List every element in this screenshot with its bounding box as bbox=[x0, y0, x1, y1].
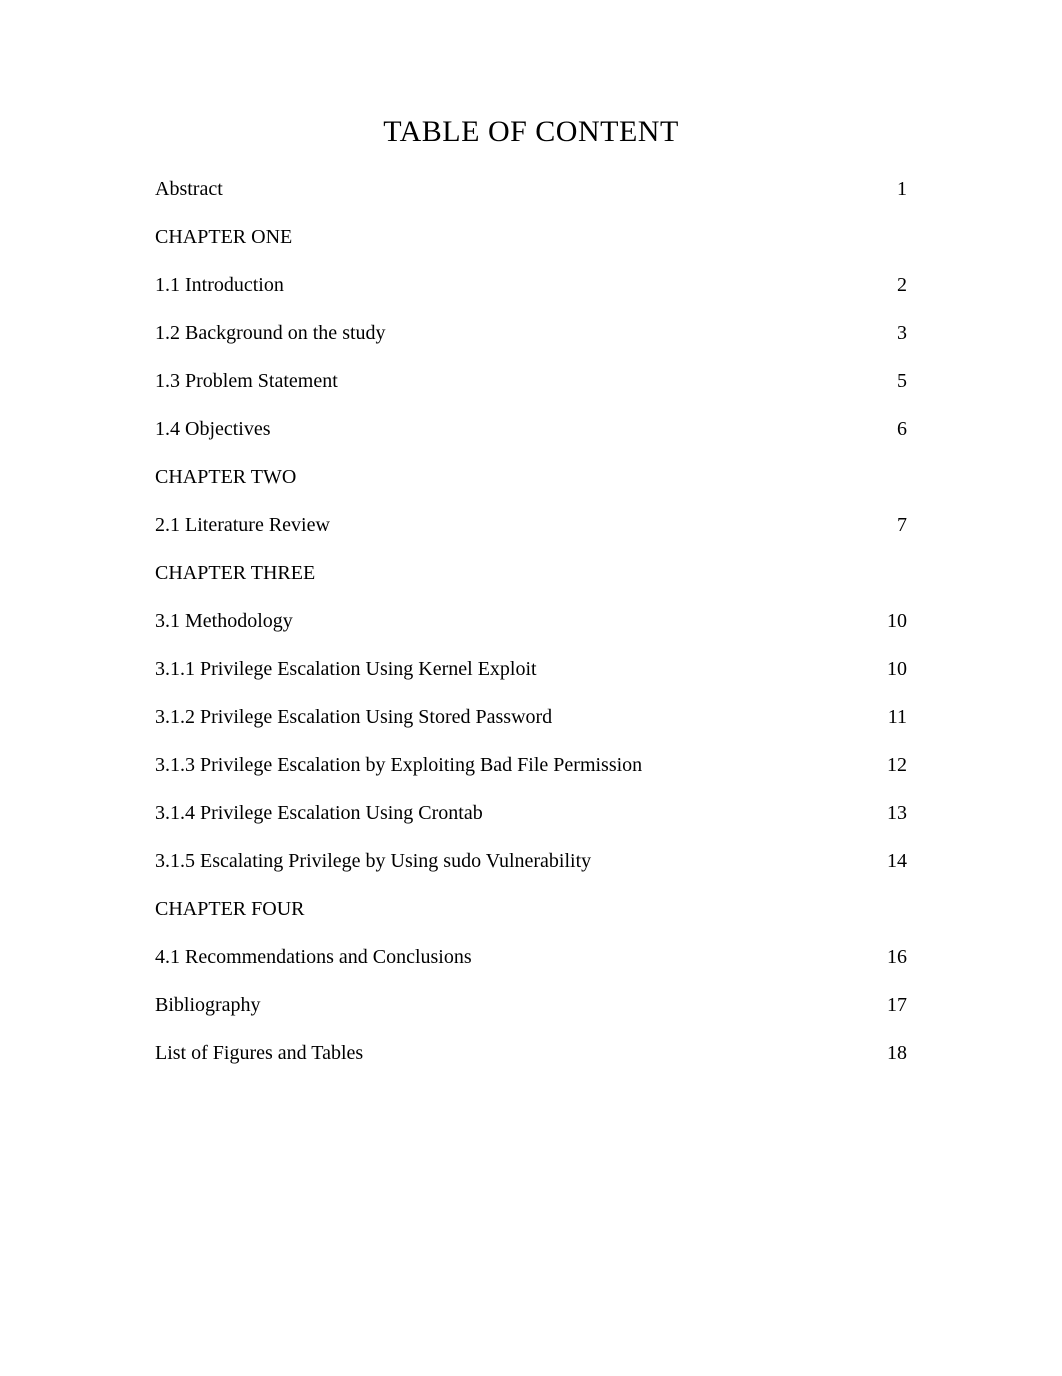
toc-entry: 1.1 Introduction2 bbox=[155, 273, 907, 297]
toc-entry: 3.1.5 Escalating Privilege by Using sudo… bbox=[155, 849, 907, 873]
toc-entry-label: 1.3 Problem Statement bbox=[155, 369, 877, 393]
toc-entry-label: 1.1 Introduction bbox=[155, 273, 877, 297]
page-title: TABLE OF CONTENT bbox=[155, 115, 907, 149]
toc-entry: 3.1.1 Privilege Escalation Using Kernel … bbox=[155, 657, 907, 681]
toc-entry-label: Abstract bbox=[155, 177, 877, 201]
toc-chapter-heading: CHAPTER FOUR bbox=[155, 897, 907, 921]
toc-entry-label: 3.1.3 Privilege Escalation by Exploiting… bbox=[155, 753, 877, 777]
toc-entry: 1.3 Problem Statement5 bbox=[155, 369, 907, 393]
toc-entry-page: 18 bbox=[877, 1041, 907, 1065]
toc-entry-label: 4.1 Recommendations and Conclusions bbox=[155, 945, 877, 969]
toc-chapter-heading: CHAPTER ONE bbox=[155, 225, 907, 249]
toc-entry: 3.1 Methodology10 bbox=[155, 609, 907, 633]
toc-entry-page: 1 bbox=[877, 177, 907, 201]
toc-chapter-heading: CHAPTER TWO bbox=[155, 465, 907, 489]
toc-entry: 3.1.3 Privilege Escalation by Exploiting… bbox=[155, 753, 907, 777]
table-of-contents: Abstract1CHAPTER ONE1.1 Introduction21.2… bbox=[155, 177, 907, 1065]
toc-entry-label: 3.1.2 Privilege Escalation Using Stored … bbox=[155, 705, 877, 729]
toc-entry-page: 16 bbox=[877, 945, 907, 969]
toc-entry-page: 11 bbox=[877, 705, 907, 729]
toc-entry: 3.1.4 Privilege Escalation Using Crontab… bbox=[155, 801, 907, 825]
toc-entry-label: 3.1 Methodology bbox=[155, 609, 877, 633]
toc-entry: 4.1 Recommendations and Conclusions16 bbox=[155, 945, 907, 969]
toc-entry-page: 10 bbox=[877, 609, 907, 633]
toc-entry-page: 10 bbox=[877, 657, 907, 681]
toc-chapter-heading: CHAPTER THREE bbox=[155, 561, 907, 585]
toc-entry: 2.1 Literature Review7 bbox=[155, 513, 907, 537]
toc-entry-page: 14 bbox=[877, 849, 907, 873]
toc-entry-page: 3 bbox=[877, 321, 907, 345]
toc-entry-page: 5 bbox=[877, 369, 907, 393]
toc-entry: List of Figures and Tables18 bbox=[155, 1041, 907, 1065]
toc-entry-label: Bibliography bbox=[155, 993, 877, 1017]
toc-entry: 3.1.2 Privilege Escalation Using Stored … bbox=[155, 705, 907, 729]
toc-entry: Bibliography17 bbox=[155, 993, 907, 1017]
toc-entry-label: 3.1.5 Escalating Privilege by Using sudo… bbox=[155, 849, 877, 873]
toc-entry-page: 13 bbox=[877, 801, 907, 825]
toc-entry: 1.2 Background on the study3 bbox=[155, 321, 907, 345]
toc-entry: 1.4 Objectives6 bbox=[155, 417, 907, 441]
toc-entry-label: 1.2 Background on the study bbox=[155, 321, 877, 345]
toc-entry-label: 3.1.1 Privilege Escalation Using Kernel … bbox=[155, 657, 877, 681]
toc-entry: Abstract1 bbox=[155, 177, 907, 201]
toc-entry-label: 3.1.4 Privilege Escalation Using Crontab bbox=[155, 801, 877, 825]
document-page: TABLE OF CONTENT Abstract1 CHAPTER ONE 1.1… bbox=[0, 0, 1062, 1376]
toc-entry-page: 6 bbox=[877, 417, 907, 441]
toc-entry-label: 2.1 Literature Review bbox=[155, 513, 877, 537]
toc-entry-page: 2 bbox=[877, 273, 907, 297]
toc-entry-label: List of Figures and Tables bbox=[155, 1041, 877, 1065]
toc-entry-page: 17 bbox=[877, 993, 907, 1017]
toc-entry-page: 12 bbox=[877, 753, 907, 777]
toc-entry-label: 1.4 Objectives bbox=[155, 417, 877, 441]
toc-entry-page: 7 bbox=[877, 513, 907, 537]
